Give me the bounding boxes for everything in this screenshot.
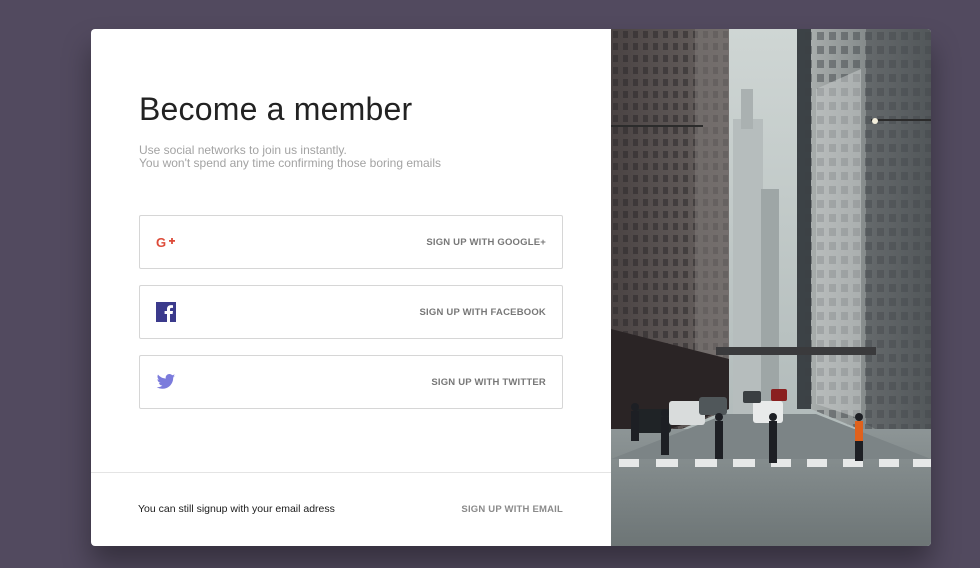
svg-text:G: G	[156, 235, 166, 250]
facebook-signup-label: SIGN UP WITH FACEBOOK	[419, 307, 546, 318]
twitter-signup-label: SIGN UP WITH TWITTER	[431, 377, 546, 388]
google-signup-label: SIGN UP WITH GOOGLE+	[426, 237, 546, 248]
subtitle-line-2: You won't spend any time confirming thos…	[139, 156, 442, 170]
facebook-signup-button[interactable]: SIGN UP WITH FACEBOOK	[139, 285, 563, 339]
divider	[91, 472, 611, 473]
signup-panel: Become a member Use social networks to j…	[91, 29, 611, 546]
page-title: Become a member	[139, 91, 413, 127]
city-street-image	[611, 29, 931, 546]
google-plus-icon: G	[156, 235, 175, 250]
google-signup-button[interactable]: G SIGN UP WITH GOOGLE+	[139, 215, 563, 269]
email-signup-text: You can still signup with your email adr…	[138, 503, 335, 515]
facebook-icon	[156, 302, 176, 322]
subtitle: Use social networks to join us instantly…	[139, 144, 539, 170]
email-signup-link[interactable]: SIGN UP WITH EMAIL	[461, 504, 563, 515]
twitter-signup-button[interactable]: SIGN UP WITH TWITTER	[139, 355, 563, 409]
twitter-icon	[156, 374, 176, 389]
signup-card: Become a member Use social networks to j…	[91, 29, 931, 546]
